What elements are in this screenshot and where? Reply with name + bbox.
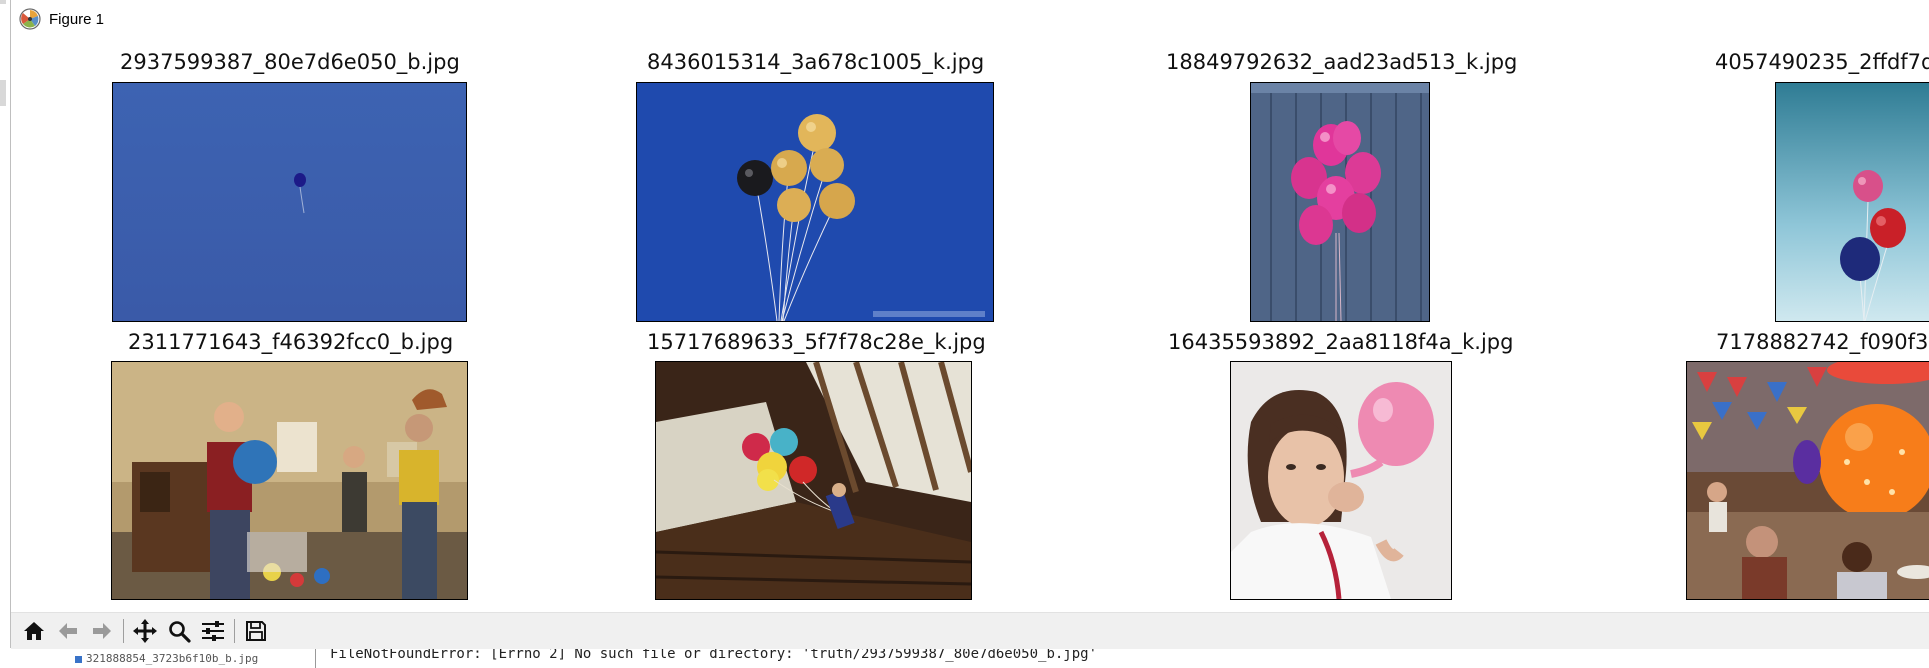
pan-button[interactable] bbox=[128, 615, 162, 647]
magnifier-icon bbox=[169, 621, 191, 643]
move-icon bbox=[133, 619, 157, 643]
image-gold-black-balloons bbox=[636, 82, 994, 322]
image-caption: 2937599387_80e7d6e050_b.jpg bbox=[120, 50, 460, 74]
floppy-disk-icon bbox=[246, 621, 266, 641]
image-caption: 2311771643_f46392fcc0_b.jpg bbox=[128, 330, 454, 354]
background-mark bbox=[0, 80, 6, 106]
figure-window: Figure 1 2937599387_80e7d6e050_b.jpg 843… bbox=[10, 0, 1929, 649]
background-error-text: FileNotFoundError: [Errno 2] No such fil… bbox=[330, 648, 1098, 662]
background-divider bbox=[315, 648, 316, 668]
arrow-right-icon bbox=[93, 623, 111, 639]
home-button[interactable] bbox=[17, 615, 51, 647]
sliders-icon bbox=[202, 621, 224, 641]
image-girl-pink-balloon bbox=[1230, 361, 1452, 600]
image-caption: 8436015314_3a678c1005_k.jpg bbox=[647, 50, 985, 74]
navigation-toolbar bbox=[11, 612, 1929, 649]
toolbar-separator bbox=[123, 619, 124, 643]
matplotlib-icon bbox=[19, 8, 41, 30]
home-icon bbox=[24, 622, 44, 640]
window-title: Figure 1 bbox=[49, 10, 105, 28]
image-pink-balloon-bunch bbox=[1250, 82, 1430, 322]
configure-subplots-button[interactable] bbox=[196, 615, 230, 647]
image-orange-balloon-crowd bbox=[1686, 361, 1929, 600]
image-blue-sky-balloon bbox=[112, 82, 467, 322]
zoom-button[interactable] bbox=[162, 615, 196, 647]
image-people-balloons bbox=[111, 361, 468, 600]
forward-button[interactable] bbox=[85, 615, 119, 647]
image-caption: 7178882742_f090f3ce bbox=[1716, 330, 1929, 354]
background-file-chip: 321888854_3723b6f10b_b.jpg bbox=[75, 652, 258, 665]
figure-canvas[interactable]: 2937599387_80e7d6e050_b.jpg 8436015314_3… bbox=[11, 38, 1929, 612]
image-three-balloons bbox=[1775, 82, 1929, 322]
arrow-left-icon bbox=[59, 623, 77, 639]
background-terminal-strip: 321888854_3723b6f10b_b.jpg FileNotFoundE… bbox=[10, 648, 1929, 668]
window-titlebar[interactable]: Figure 1 bbox=[11, 0, 1929, 38]
image-caption: 16435593892_2aa8118f4a_k.jpg bbox=[1168, 330, 1514, 354]
save-button[interactable] bbox=[239, 615, 273, 647]
image-caption: 18849792632_aad23ad513_k.jpg bbox=[1166, 50, 1518, 74]
image-caption: 15717689633_5f7f78c28e_k.jpg bbox=[647, 330, 986, 354]
background-mark bbox=[0, 0, 6, 4]
image-child-stairs bbox=[655, 361, 972, 600]
toolbar-separator bbox=[234, 619, 235, 643]
back-button[interactable] bbox=[51, 615, 85, 647]
image-caption: 4057490235_2ffdf7d6 bbox=[1715, 50, 1929, 74]
